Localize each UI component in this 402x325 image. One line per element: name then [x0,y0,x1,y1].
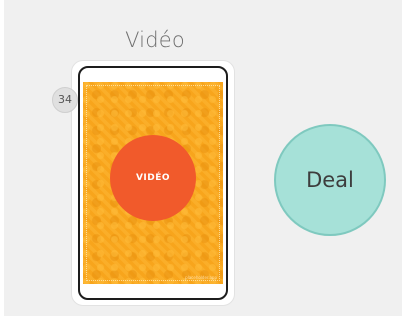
card-footer-text: placeholder.app [185,275,217,280]
deck-title: Vidéo [125,28,185,52]
card-count-badge: 34 [52,87,78,113]
card-category-circle: VIDÉO [110,135,196,221]
deal-button-label: Deal [306,168,354,192]
game-stage: Vidéo VIDÉO placeholder.app 34 Deal [0,0,402,325]
card-face: VIDÉO placeholder.app [83,82,223,284]
deck-card[interactable]: VIDÉO placeholder.app [78,66,228,300]
card-category-label: VIDÉO [135,173,171,183]
deal-button[interactable]: Deal [274,124,386,236]
